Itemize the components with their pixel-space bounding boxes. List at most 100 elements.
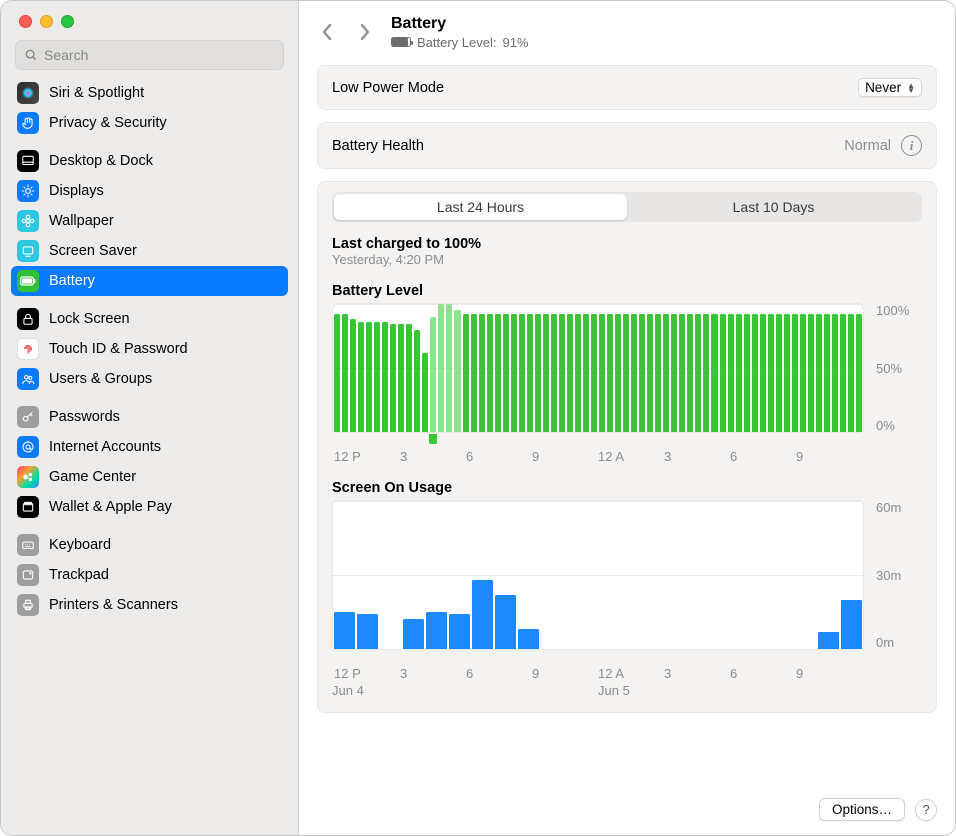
main-content: Low Power Mode Never ▲▼ Battery Health N… — [299, 61, 955, 788]
battery-bar — [703, 314, 709, 432]
battery-bar — [752, 314, 758, 432]
usage-bar — [495, 595, 516, 649]
sidebar-item-displays[interactable]: Displays — [11, 176, 288, 206]
sidebar-item-wallet-apple-pay[interactable]: Wallet & Apple Pay — [11, 492, 288, 522]
usage-bar — [403, 619, 424, 649]
sidebar-item-siri-spotlight[interactable]: Siri & Spotlight — [11, 78, 288, 108]
usage-bar — [818, 632, 839, 649]
time-range-segmented[interactable]: Last 24 HoursLast 10 Days — [332, 192, 922, 222]
battery-icon — [17, 270, 39, 292]
key-icon — [17, 406, 39, 428]
battery-bar — [848, 314, 854, 432]
tab-last-10-days[interactable]: Last 10 Days — [627, 194, 920, 220]
sidebar-item-desktop-dock[interactable]: Desktop & Dock — [11, 146, 288, 176]
options-button[interactable]: Options… — [819, 798, 905, 821]
battery-bar — [671, 314, 677, 432]
battery-bar — [776, 314, 782, 432]
sidebar-item-label: Battery — [49, 273, 95, 289]
x-tick: 3 — [664, 449, 730, 464]
minimize-window-button[interactable] — [40, 15, 53, 28]
search-field[interactable] — [15, 40, 284, 70]
last-charged-headline: Last charged to 100% — [332, 236, 922, 252]
usage-bar — [472, 580, 493, 649]
low-power-mode-label: Low Power Mode — [332, 80, 444, 96]
close-window-button[interactable] — [19, 15, 32, 28]
search-input[interactable] — [44, 47, 275, 63]
battery-bar — [390, 324, 396, 432]
x-tick: 9 — [532, 449, 598, 464]
sidebar-item-users-groups[interactable]: Users & Groups — [11, 364, 288, 394]
sidebar-item-label: Passwords — [49, 409, 120, 425]
fingerprint-icon — [17, 338, 39, 360]
x-tick: 9 — [796, 666, 862, 681]
battery-bar — [366, 322, 372, 432]
sidebar-item-game-center[interactable]: Game Center — [11, 462, 288, 492]
battery-bar — [655, 314, 661, 432]
sidebar-item-label: Users & Groups — [49, 371, 152, 387]
battery-bar — [711, 314, 717, 432]
battery-health-info-button[interactable]: i — [901, 135, 922, 156]
battery-bar — [503, 314, 509, 432]
sidebar-item-passwords[interactable]: Passwords — [11, 402, 288, 432]
y-tick: 50% — [876, 361, 922, 376]
sidebar-item-screen-saver[interactable]: Screen Saver — [11, 236, 288, 266]
date-label: Jun 5 — [598, 683, 864, 698]
battery-level-title: Battery Level — [332, 283, 922, 299]
sidebar-nav: Siri & Spotlight Privacy & Security Deskto… — [1, 78, 298, 835]
forward-button[interactable] — [355, 20, 375, 44]
zoom-window-button[interactable] — [61, 15, 74, 28]
screen-usage-xticks: 12 P36912 A369 — [332, 666, 864, 681]
siri-icon — [17, 82, 39, 104]
battery-bar — [479, 314, 485, 432]
screen-usage-ylabels: 60m30m0m — [872, 500, 922, 650]
sidebar-item-lock-screen[interactable]: Lock Screen — [11, 304, 288, 334]
sidebar-item-touch-id-password[interactable]: Touch ID & Password — [11, 334, 288, 364]
battery-health-label: Battery Health — [332, 138, 424, 154]
battery-bar — [414, 330, 420, 432]
sidebar-item-label: Game Center — [49, 469, 136, 485]
x-tick: 3 — [400, 666, 466, 681]
sidebar-item-internet-accounts[interactable]: Internet Accounts — [11, 432, 288, 462]
usage-bar — [518, 629, 539, 649]
sidebar-item-label: Wallet & Apple Pay — [49, 499, 172, 515]
sidebar-item-wallpaper[interactable]: Wallpaper — [11, 206, 288, 236]
sidebar-item-label: Desktop & Dock — [49, 153, 153, 169]
low-power-mode-select[interactable]: Never ▲▼ — [858, 78, 922, 97]
x-tick: 3 — [400, 449, 466, 464]
sidebar-item-trackpad[interactable]: Trackpad — [11, 560, 288, 590]
sidebar-item-label: Privacy & Security — [49, 115, 167, 131]
battery-bar — [527, 314, 533, 432]
battery-bar — [824, 314, 830, 432]
sidebar-item-privacy-security[interactable]: Privacy & Security — [11, 108, 288, 138]
sidebar: Siri & Spotlight Privacy & Security Deskto… — [1, 1, 299, 835]
battery-bar — [406, 324, 412, 432]
help-button[interactable]: ? — [915, 799, 937, 821]
x-tick: 6 — [730, 666, 796, 681]
x-tick: 3 — [664, 666, 730, 681]
battery-bar — [607, 314, 613, 432]
battery-level-chart — [332, 303, 864, 433]
battery-bar — [800, 314, 806, 432]
battery-bar — [760, 314, 766, 432]
battery-level-ylabels: 100%50%0% — [872, 303, 922, 433]
battery-bar — [615, 314, 621, 432]
y-tick: 0% — [876, 418, 922, 433]
tab-last-24-hours[interactable]: Last 24 Hours — [334, 194, 627, 220]
usage-card: Last 24 HoursLast 10 Days Last charged t… — [317, 181, 937, 713]
x-tick: 12 P — [334, 666, 400, 681]
battery-bar — [398, 324, 404, 432]
screen-usage-dates: Jun 4Jun 5 — [332, 683, 864, 698]
sidebar-item-keyboard[interactable]: Keyboard — [11, 530, 288, 560]
battery-health-status: Normal — [844, 138, 891, 154]
sidebar-item-battery[interactable]: Battery — [11, 266, 288, 296]
usage-bar — [426, 612, 447, 649]
battery-bar — [663, 314, 669, 432]
sidebar-item-label: Siri & Spotlight — [49, 85, 144, 101]
battery-bar — [334, 314, 340, 432]
battery-bar — [495, 314, 501, 432]
back-button[interactable] — [317, 20, 337, 44]
sun-icon — [17, 180, 39, 202]
x-tick: 12 P — [334, 449, 400, 464]
battery-bar — [422, 353, 428, 432]
sidebar-item-printers-scanners[interactable]: Printers & Scanners — [11, 590, 288, 620]
